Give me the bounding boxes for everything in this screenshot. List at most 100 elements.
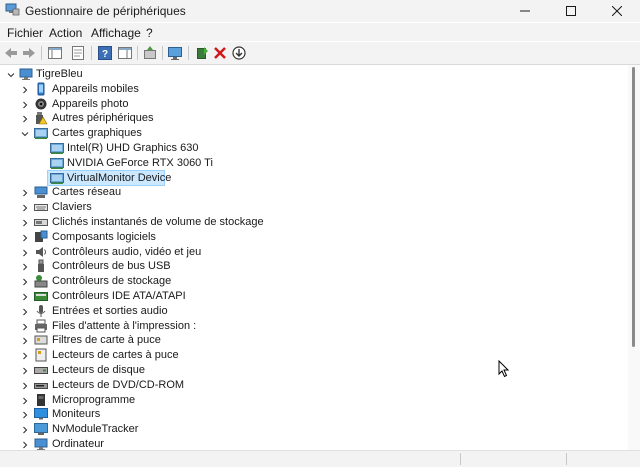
category-label: Lecteurs de cartes à puce [52, 349, 179, 362]
chevron-right-icon[interactable] [20, 113, 30, 123]
category-item-microprogramme[interactable]: Microprogramme [0, 393, 620, 408]
category-item-controleurs-de-bus-usb[interactable]: Contrôleurs de bus USB [0, 259, 620, 274]
status-separator [566, 453, 567, 465]
computer-icon [34, 437, 48, 450]
module-icon [34, 422, 48, 436]
category-item-lecteurs-de-cartes-a-puce[interactable]: Lecteurs de cartes à puce [0, 348, 620, 363]
storage-controller-icon [34, 274, 48, 288]
smartcard-reader-icon [34, 348, 48, 362]
category-item-controleurs-de-stockage[interactable]: Contrôleurs de stockage [0, 274, 620, 289]
download-circle-icon [232, 46, 246, 60]
category-item-cartes-reseau[interactable]: Cartes réseau [0, 185, 620, 200]
chevron-right-icon[interactable] [20, 350, 30, 360]
category-label: Composants logiciels [52, 230, 156, 243]
category-item-controleurs-audio-video-et-jeu[interactable]: Contrôleurs audio, vidéo et jeu [0, 245, 620, 260]
phone-icon [34, 82, 48, 96]
chevron-right-icon[interactable] [20, 84, 30, 94]
chevron-down-icon[interactable] [20, 128, 30, 138]
show-hide-tree-button[interactable] [47, 45, 63, 61]
scan-hardware-button[interactable] [167, 45, 183, 61]
vertical-scrollbar[interactable] [628, 65, 640, 450]
chevron-down-icon[interactable] [6, 69, 16, 79]
close-button[interactable] [594, 0, 640, 22]
device-item-intel-r-uhd-graphics-630[interactable]: Intel(R) UHD Graphics 630 [0, 141, 620, 156]
help-button[interactable]: ? [97, 45, 113, 61]
category-item-claviers[interactable]: Claviers [0, 200, 620, 215]
speaker-icon [34, 245, 48, 259]
category-item-lecteurs-de-disque[interactable]: Lecteurs de disque [0, 363, 620, 378]
monitor-icon [34, 407, 48, 421]
forward-button[interactable] [21, 45, 37, 61]
chevron-right-icon[interactable] [20, 261, 30, 271]
device-label: VirtualMonitor Device [67, 171, 172, 184]
storage-icon [34, 215, 48, 229]
chevron-right-icon[interactable] [20, 321, 30, 331]
chevron-right-icon[interactable] [20, 232, 30, 242]
category-item-autres-peripheriques[interactable]: Autres périphériques [0, 111, 620, 126]
camera-icon [34, 97, 48, 111]
device-item-nvidia-geforce-rtx-3060-ti[interactable]: NVIDIA GeForce RTX 3060 Ti [0, 156, 620, 171]
chevron-right-icon[interactable] [20, 424, 30, 434]
chevron-right-icon[interactable] [20, 395, 30, 405]
chevron-right-icon[interactable] [20, 335, 30, 345]
device-item-virtualmonitor-device[interactable]: VirtualMonitor Device [0, 169, 620, 186]
display-adapter-icon [50, 171, 64, 185]
maximize-icon [566, 6, 576, 16]
network-icon [34, 185, 48, 199]
back-button[interactable] [3, 45, 19, 61]
category-label: Claviers [52, 201, 92, 214]
chevron-right-icon[interactable] [20, 276, 30, 286]
category-item-nvmoduletracker[interactable]: NvModuleTracker [0, 422, 620, 437]
device-label: NVIDIA GeForce RTX 3060 Ti [67, 156, 213, 169]
category-label: Filtres de carte à puce [52, 334, 161, 347]
toolbar-separator [137, 46, 138, 60]
red-x-icon [214, 47, 226, 59]
menu-help[interactable]: ? [146, 26, 153, 40]
toolbar-separator [41, 46, 42, 60]
category-item-moniteurs[interactable]: Moniteurs [0, 407, 620, 422]
chevron-right-icon[interactable] [20, 291, 30, 301]
update-driver-button[interactable] [142, 45, 158, 61]
chevron-right-icon[interactable] [20, 187, 30, 197]
minimize-icon [520, 10, 530, 12]
tree-pane-icon [48, 47, 62, 59]
category-item-ordinateur[interactable]: Ordinateur [0, 437, 620, 450]
category-item-appareils-mobiles[interactable]: Appareils mobiles [0, 82, 620, 97]
category-item-files-d-attente-a-l-impression[interactable]: Files d'attente à l'impression : [0, 319, 620, 334]
maximize-button[interactable] [548, 0, 594, 22]
menu-affichage[interactable]: Affichage [91, 26, 141, 40]
category-item-entrees-et-sorties-audio[interactable]: Entrées et sorties audio [0, 304, 620, 319]
view-details-button[interactable] [117, 45, 133, 61]
chevron-right-icon[interactable] [20, 380, 30, 390]
uninstall-device-button[interactable] [212, 45, 228, 61]
menu-action[interactable]: Action [49, 26, 82, 40]
category-label: Cartes graphiques [52, 127, 142, 140]
device-manager-icon [5, 3, 20, 16]
scrollbar-thumb[interactable] [632, 67, 635, 347]
chevron-right-icon[interactable] [20, 217, 30, 227]
category-item-appareils-photo[interactable]: Appareils photo [0, 97, 620, 112]
minimize-button[interactable] [502, 0, 548, 22]
chevron-right-icon[interactable] [20, 306, 30, 316]
disable-device-button[interactable] [231, 45, 247, 61]
chevron-right-icon[interactable] [20, 365, 30, 375]
category-item-cartes-graphiques[interactable]: Cartes graphiques [0, 126, 620, 141]
keyboard-icon [34, 200, 48, 214]
category-item-lecteurs-de-dvd-cd-rom[interactable]: Lecteurs de DVD/CD-ROM [0, 378, 620, 393]
add-driver-button[interactable] [194, 45, 210, 61]
chevron-right-icon[interactable] [20, 202, 30, 212]
chevron-right-icon[interactable] [20, 439, 30, 449]
audio-io-icon [34, 304, 48, 318]
dvd-icon [34, 378, 48, 392]
chevron-right-icon[interactable] [20, 99, 30, 109]
category-item-cliches-instantanes-de-volume-de-stockage[interactable]: Clichés instantanés de volume de stockag… [0, 215, 620, 230]
category-item-filtres-de-carte-a-puce[interactable]: Filtres de carte à puce [0, 333, 620, 348]
category-item-composants-logiciels[interactable]: Composants logiciels [0, 230, 620, 245]
properties-view-button[interactable] [70, 45, 86, 61]
chevron-right-icon[interactable] [20, 409, 30, 419]
category-item-controleurs-ide-ata-atapi[interactable]: Contrôleurs IDE ATA/ATAPI [0, 289, 620, 304]
category-label: Clichés instantanés de volume de stockag… [52, 216, 264, 228]
chevron-right-icon[interactable] [20, 247, 30, 257]
menu-fichier[interactable]: Fichier [7, 26, 43, 40]
tree-root-row[interactable]: TigreBleu [0, 67, 620, 82]
